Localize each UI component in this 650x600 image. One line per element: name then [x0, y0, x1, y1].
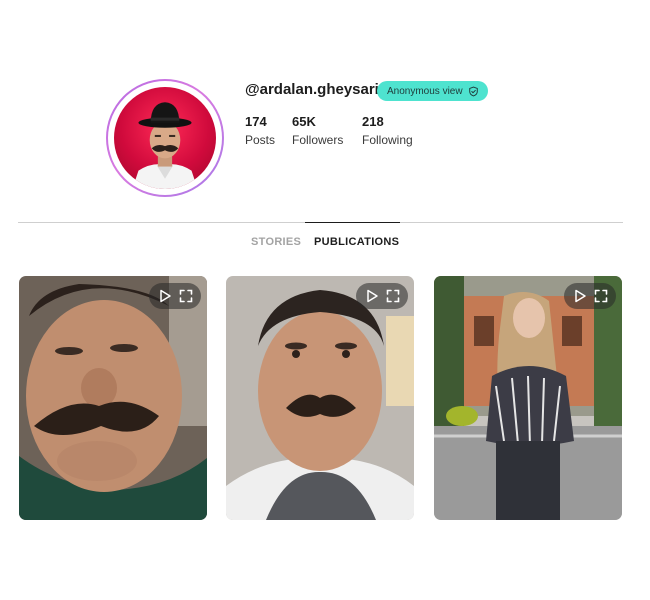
- play-icon[interactable]: [363, 287, 381, 305]
- fullscreen-icon[interactable]: [177, 287, 195, 305]
- post-card[interactable]: [434, 276, 622, 520]
- tab-stories[interactable]: STORIES: [251, 236, 301, 248]
- post-card[interactable]: [19, 276, 207, 520]
- stat-posts-value: 174: [245, 114, 267, 129]
- active-tab-indicator: [305, 222, 400, 223]
- avatar-ring[interactable]: [106, 79, 224, 197]
- anonymous-view-badge: Anonymous view: [377, 81, 488, 101]
- tab-publications[interactable]: PUBLICATIONS: [314, 236, 399, 248]
- post-thumbnail: [19, 276, 207, 520]
- avatar-illustration: [132, 102, 198, 189]
- stat-followers[interactable]: 65K Followers: [292, 114, 343, 147]
- stat-followers-value: 65K: [292, 114, 316, 129]
- stat-following[interactable]: 218 Following: [362, 114, 413, 147]
- stat-following-label: Following: [362, 133, 413, 147]
- stat-followers-label: Followers: [292, 133, 344, 147]
- fullscreen-icon[interactable]: [384, 287, 402, 305]
- video-controls: [356, 283, 408, 309]
- profile-username: @ardalan.gheysari: [245, 81, 379, 98]
- stat-posts-label: Posts: [245, 133, 276, 147]
- video-controls: [564, 283, 616, 309]
- anonymous-view-label: Anonymous view: [387, 85, 463, 97]
- stat-posts[interactable]: 174 Posts: [245, 114, 275, 147]
- fullscreen-icon[interactable]: [592, 287, 610, 305]
- profile-header: @ardalan.gheysari Anonymous view 174 Pos…: [0, 0, 650, 215]
- post-thumbnail: [434, 276, 622, 520]
- play-icon[interactable]: [571, 287, 589, 305]
- shield-check-icon: [468, 86, 479, 97]
- play-icon[interactable]: [156, 287, 174, 305]
- avatar: [114, 87, 216, 189]
- video-controls: [149, 283, 201, 309]
- stat-following-value: 218: [362, 114, 384, 129]
- post-card[interactable]: [226, 276, 414, 520]
- post-thumbnail: [226, 276, 414, 520]
